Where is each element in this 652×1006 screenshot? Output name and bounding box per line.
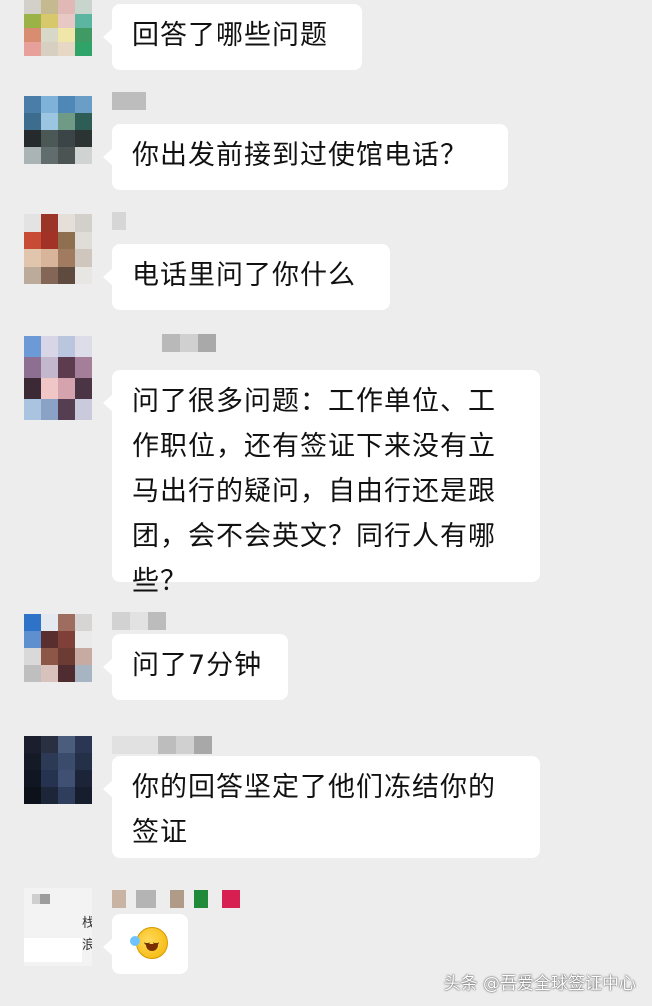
message-text: 电话里问了你什么 [132,260,356,291]
message-bubble: 问了很多问题：工作单位、工 作职位，还有签证下来没有立 马出行的疑问，自由行还是… [103,370,540,597]
sender-name [162,334,216,352]
avatar[interactable] [24,336,92,420]
message-bubble: 你的回答坚定了他们冻结你的 签证 [103,756,540,858]
message-text: 回答了哪些问题 [132,20,328,51]
avatar-partial-text: 浪 [82,938,92,953]
message-line: 问了很多问题：工作单位、工 [132,386,496,417]
message-bubble [103,914,188,974]
message-line: 些？ [132,566,188,597]
avatar[interactable] [24,0,92,56]
message-text: 你出发前接到过使馆电话？ [132,140,468,171]
message-text: 问了7分钟 [132,650,263,681]
message-bubble: 问了7分钟 [103,634,288,700]
sender-name [112,212,126,230]
avatar[interactable] [24,96,92,164]
watermark: 头条 @吾爱全球签证中心 [443,974,636,994]
message-line: 你的回答坚定了他们冻结你的 [132,772,496,803]
sender-name [112,736,212,754]
message-bubble: 你出发前接到过使馆电话？ [103,124,508,190]
avatar[interactable]: 栈 浪 [24,888,92,966]
avatar[interactable] [24,736,92,804]
message-line: 签证 [132,817,188,848]
message-line: 团，会不会英文？同行人有哪 [132,521,496,552]
avatar[interactable] [24,214,92,284]
sender-name [112,92,146,110]
message-line: 马出行的疑问，自由行还是跟 [132,476,496,507]
message-bubble: 电话里问了你什么 [103,244,390,310]
sender-name [112,890,240,908]
avatar[interactable] [24,614,92,682]
sender-name [112,612,166,630]
message-line: 作职位，还有签证下来没有立 [132,431,496,462]
message-bubble: 回答了哪些问题 [103,4,362,70]
